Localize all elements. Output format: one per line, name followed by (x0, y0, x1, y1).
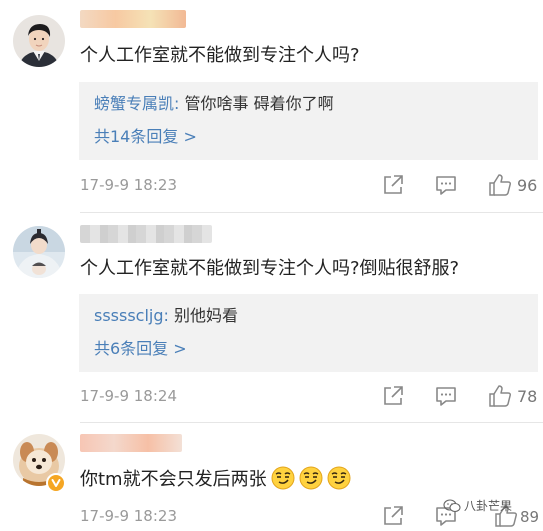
share-icon[interactable] (380, 383, 406, 409)
reply-text: 别他妈看 (168, 306, 239, 325)
reply-preview-box[interactable]: ssssscljg: 别他妈看 共6条回复 > (79, 294, 538, 372)
wechat-icon (443, 498, 461, 513)
comment-feed: 个人工作室就不能做到专注个人吗? 螃蟹专属凯: 管你啥事 碍着你了啊 共14条回… (0, 0, 543, 531)
comment-text: 你tm就不会只发后两张 (80, 466, 351, 492)
reply-preview-box[interactable]: 螃蟹专属凯: 管你啥事 碍着你了啊 共14条回复 > (79, 82, 538, 160)
reply-username[interactable]: 螃蟹专属凯: (94, 94, 179, 113)
username-blurred[interactable] (80, 225, 212, 243)
view-replies-link[interactable]: 共14条回复 > (94, 126, 197, 148)
man-portrait-avatar[interactable] (13, 15, 65, 67)
like-count: 78 (517, 387, 538, 406)
reply-username[interactable]: ssssscljg: (94, 306, 169, 325)
watermark: 八卦芒果 (443, 497, 512, 514)
verified-v-badge (46, 473, 66, 493)
divider (80, 212, 543, 213)
like-count: 96 (517, 176, 538, 195)
smirk-face-emoji (271, 466, 295, 490)
reply-text: 管你啥事 碍着你了啊 (179, 94, 334, 113)
comment-icon[interactable] (433, 383, 459, 409)
reply-line: ssssscljg: 别他妈看 (94, 305, 238, 327)
watermark-text: 八卦芒果 (464, 499, 513, 513)
view-replies-link[interactable]: 共6条回复 > (94, 338, 187, 360)
comment-text: 个人工作室就不能做到专注个人吗?倒贴很舒服? (80, 258, 460, 279)
comment-timestamp: 17-9-9 18:23 (80, 176, 177, 194)
comment-text: 个人工作室就不能做到专注个人吗? (80, 45, 360, 66)
like-icon[interactable] (487, 383, 513, 409)
reply-line: 螃蟹专属凯: 管你啥事 碍着你了啊 (94, 93, 334, 115)
comment-timestamp: 17-9-9 18:24 (80, 387, 177, 405)
smirk-face-emoji (299, 466, 323, 490)
share-icon[interactable] (380, 503, 406, 529)
comment-text-body: 你tm就不会只发后两张 (80, 469, 267, 490)
smirk-face-emoji (327, 466, 351, 490)
username-blurred[interactable] (80, 434, 182, 452)
comment-icon[interactable] (433, 172, 459, 198)
like-icon[interactable] (487, 172, 513, 198)
share-icon[interactable] (380, 172, 406, 198)
like-count: 89 (520, 508, 540, 526)
comment-timestamp: 17-9-9 18:23 (80, 507, 177, 525)
username-blurred[interactable] (80, 10, 186, 28)
costume-portrait-avatar[interactable] (13, 226, 65, 278)
divider (80, 422, 543, 423)
